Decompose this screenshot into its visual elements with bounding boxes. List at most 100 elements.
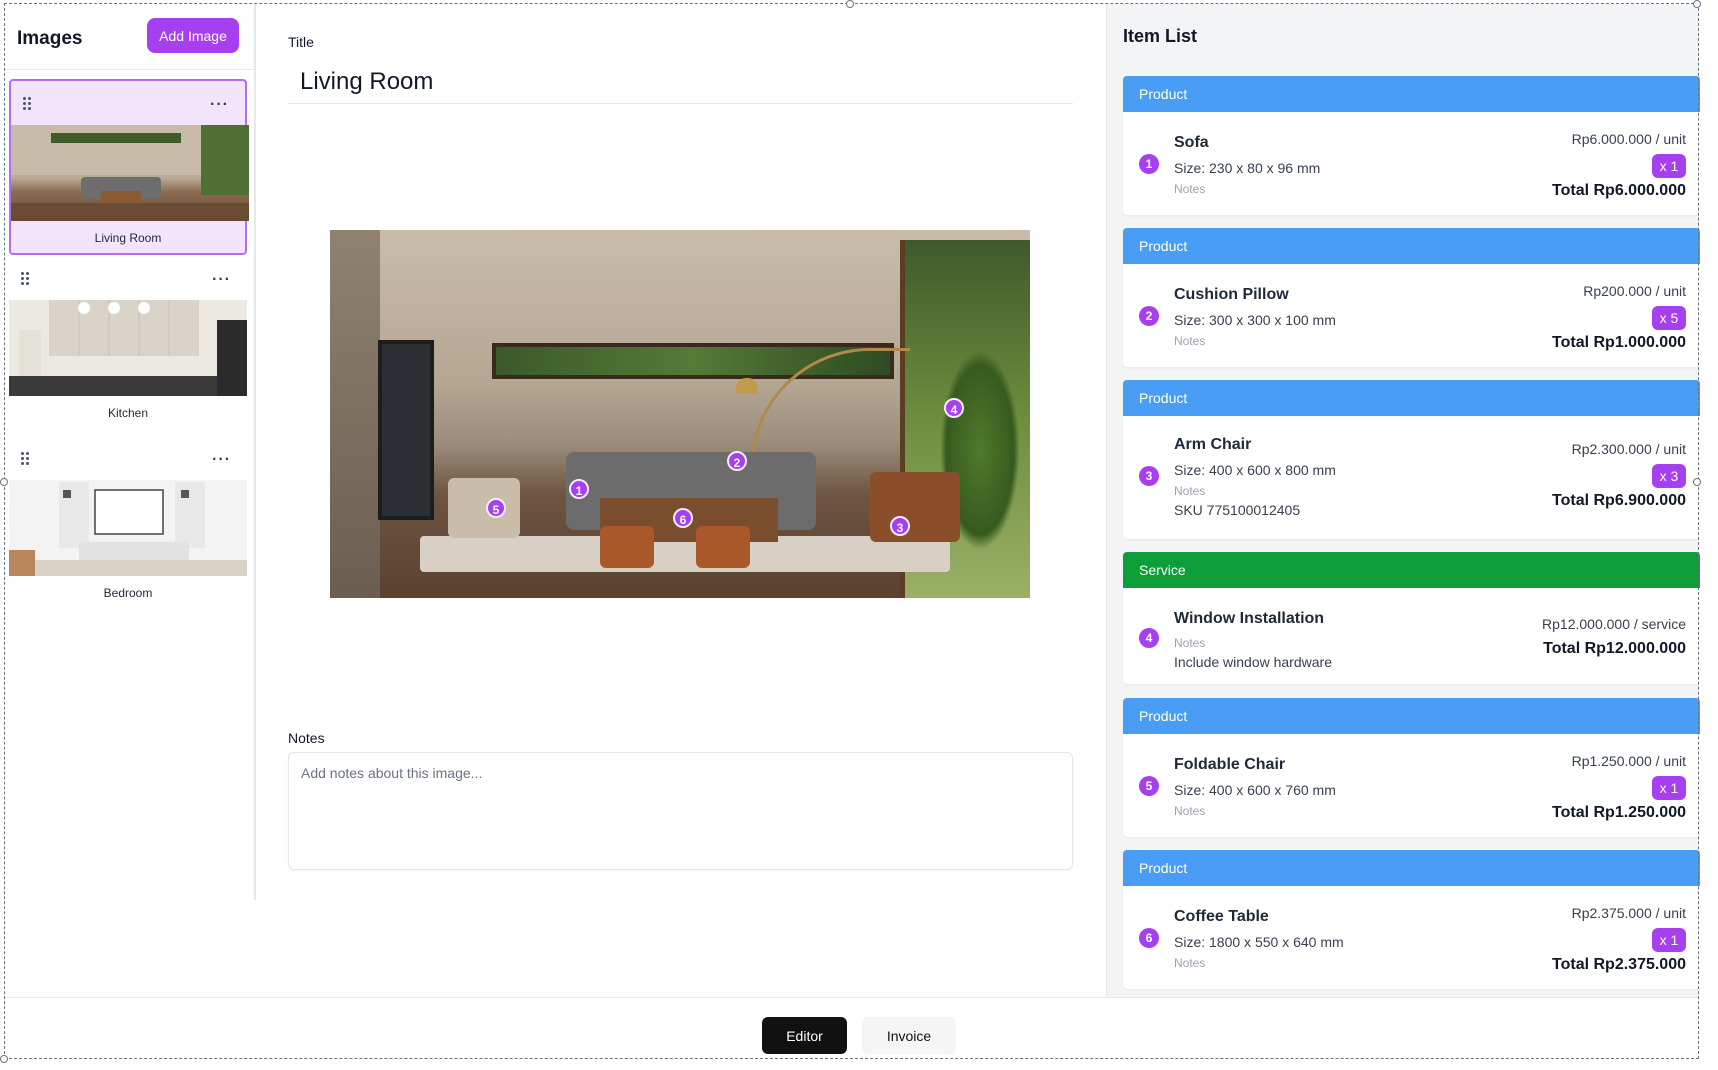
resize-handle[interactable] — [846, 0, 854, 8]
more-options-icon[interactable]: ··· — [210, 96, 229, 114]
item-list-title: Item List — [1123, 26, 1198, 46]
editor-panel: Title 1 2 3 4 5 6 Notes — [258, 4, 1106, 997]
tab-editor[interactable]: Editor — [762, 1017, 847, 1054]
sidebar-header: Images Add Image — [5, 4, 254, 70]
item-name: Coffee Table — [1174, 908, 1269, 925]
image-detail — [378, 340, 434, 520]
item-list-panel: Item List Product 1 Sofa Size: 230 x 80 … — [1106, 4, 1700, 997]
images-sidebar: Images Add Image ··· Living Room ··· Kit… — [5, 4, 256, 900]
item-type-header: Product — [1123, 228, 1700, 264]
card-toolbar: ··· — [9, 436, 247, 480]
resize-handle[interactable] — [0, 478, 8, 486]
item-card-sofa[interactable]: Product 1 Sofa Size: 230 x 80 x 96 mm No… — [1123, 76, 1700, 215]
item-total: Total Rp2.375.000 — [1552, 956, 1686, 973]
item-type-header: Product — [1123, 380, 1700, 416]
item-notes-label: Notes — [1174, 956, 1206, 970]
notes-label: Notes — [288, 730, 325, 746]
item-size: Size: 400 x 600 x 800 mm — [1174, 462, 1336, 478]
item-card-cushion-pillow[interactable]: Product 2 Cushion Pillow Size: 300 x 300… — [1123, 228, 1700, 367]
image-detail — [600, 526, 654, 568]
notes-textarea[interactable] — [288, 752, 1073, 870]
item-notes-label: Notes — [1174, 182, 1206, 196]
resize-handle[interactable] — [0, 1055, 8, 1063]
item-unit-price: Rp1.250.000 / unit — [1571, 753, 1686, 769]
tab-invoice[interactable]: Invoice — [862, 1017, 956, 1054]
item-card-foldable-chair[interactable]: Product 5 Foldable Chair Size: 400 x 600… — [1123, 698, 1700, 837]
add-image-button[interactable]: Add Image — [147, 18, 239, 53]
item-marker[interactable]: 4 — [944, 398, 964, 418]
item-quantity-badge[interactable]: x 1 — [1652, 154, 1686, 178]
item-total: Total Rp6.000.000 — [1552, 182, 1686, 199]
item-unit-price: Rp200.000 / unit — [1583, 283, 1686, 299]
item-note-text: SKU 775100012405 — [1174, 502, 1301, 518]
item-card-window-installation[interactable]: Service 4 Window Installation Notes Incl… — [1123, 552, 1700, 684]
item-type-header: Product — [1123, 850, 1700, 886]
card-toolbar: ··· — [11, 81, 245, 125]
item-note-text: Include window hardware — [1174, 654, 1332, 670]
item-total: Total Rp6.900.000 — [1552, 492, 1686, 509]
item-quantity-badge[interactable]: x 1 — [1652, 928, 1686, 952]
item-name: Arm Chair — [1174, 436, 1252, 453]
item-number-badge: 3 — [1139, 466, 1159, 486]
item-marker[interactable]: 6 — [673, 508, 693, 528]
bottom-view-switcher: Editor Invoice — [5, 997, 1698, 1058]
image-card-label: Kitchen — [107, 406, 149, 420]
sidebar-title: Images — [17, 28, 83, 49]
item-number-badge: 2 — [1139, 306, 1159, 326]
image-card-bedroom[interactable]: ··· Bedroom — [9, 436, 247, 612]
item-unit-price: Rp6.000.000 / unit — [1571, 131, 1686, 147]
item-quantity-badge[interactable]: x 3 — [1652, 464, 1686, 488]
item-card-coffee-table[interactable]: Product 6 Coffee Table Size: 1800 x 550 … — [1123, 850, 1700, 989]
item-total: Total Rp1.000.000 — [1552, 334, 1686, 351]
item-name: Sofa — [1174, 134, 1209, 151]
drag-handle-icon[interactable] — [21, 272, 31, 286]
item-unit-price: Rp2.375.000 / unit — [1571, 905, 1686, 921]
item-name: Cushion Pillow — [1174, 286, 1289, 303]
item-number-badge: 4 — [1139, 628, 1159, 648]
card-toolbar: ··· — [9, 256, 247, 300]
item-unit-price: Rp12.000.000 / service — [1542, 616, 1686, 632]
image-detail — [330, 230, 380, 598]
more-options-icon[interactable]: ··· — [212, 451, 231, 469]
title-label: Title — [288, 34, 314, 50]
image-detail — [736, 378, 758, 394]
item-marker[interactable]: 5 — [486, 498, 506, 518]
item-notes-label: Notes — [1174, 804, 1206, 818]
item-quantity-badge[interactable]: x 5 — [1652, 306, 1686, 330]
image-card-label: Bedroom — [103, 586, 153, 600]
item-marker[interactable]: 3 — [890, 516, 910, 536]
image-card-label: Living Room — [94, 231, 162, 245]
resize-handle[interactable] — [1693, 0, 1701, 8]
kitchen-thumbnail — [9, 300, 247, 396]
item-marker[interactable]: 2 — [727, 451, 747, 471]
more-options-icon[interactable]: ··· — [212, 271, 231, 289]
item-card-arm-chair[interactable]: Product 3 Arm Chair Size: 400 x 600 x 80… — [1123, 380, 1700, 539]
image-card-kitchen[interactable]: ··· Kitchen — [9, 256, 247, 432]
item-type-header: Product — [1123, 76, 1700, 112]
image-detail — [870, 472, 960, 542]
item-name: Foldable Chair — [1174, 756, 1286, 773]
item-type-header: Product — [1123, 698, 1700, 734]
living-room-thumbnail — [11, 125, 249, 221]
app-root: Images Add Image ··· Living Room ··· Kit… — [0, 0, 1718, 1070]
bedroom-thumbnail — [9, 480, 247, 576]
item-quantity-badge[interactable]: x 1 — [1652, 776, 1686, 800]
item-notes-label: Notes — [1174, 334, 1206, 348]
resize-handle[interactable] — [1693, 478, 1701, 486]
item-notes-label: Notes — [1174, 484, 1206, 498]
image-card-living-room[interactable]: ··· Living Room — [9, 79, 249, 255]
title-input[interactable] — [288, 60, 1073, 104]
room-image[interactable]: 1 2 3 4 5 6 — [330, 230, 1030, 598]
item-unit-price: Rp2.300.000 / unit — [1571, 441, 1686, 457]
drag-handle-icon[interactable] — [23, 97, 33, 111]
drag-handle-icon[interactable] — [21, 452, 31, 466]
image-detail — [448, 478, 520, 538]
item-size: Size: 300 x 300 x 100 mm — [1174, 312, 1336, 328]
item-marker[interactable]: 1 — [569, 479, 589, 499]
item-number-badge: 5 — [1139, 776, 1159, 796]
item-notes-label: Notes — [1174, 636, 1206, 650]
item-type-header: Service — [1123, 552, 1700, 588]
item-name: Window Installation — [1174, 610, 1325, 627]
item-size: Size: 1800 x 550 x 640 mm — [1174, 934, 1344, 950]
item-size: Size: 230 x 80 x 96 mm — [1174, 160, 1321, 176]
